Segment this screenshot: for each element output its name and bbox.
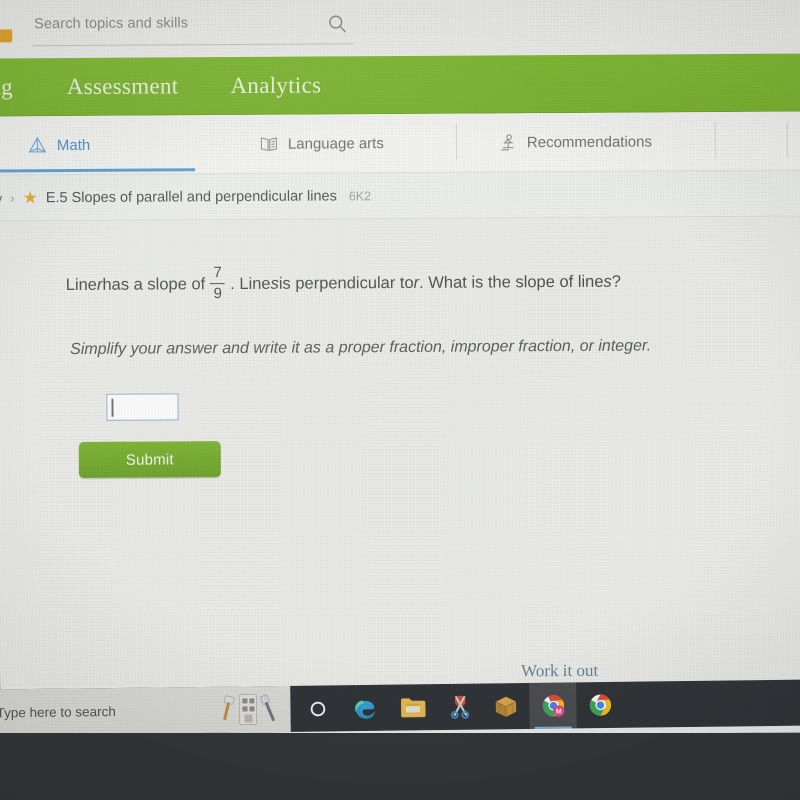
orange-side-tab[interactable] — [0, 29, 13, 43]
question-part-4: is perpendicular to — [278, 273, 414, 293]
tab-language-arts[interactable]: Language arts — [259, 126, 384, 161]
recommendations-icon — [501, 133, 514, 150]
cortana-taskbar-button[interactable] — [294, 685, 342, 732]
edge-icon — [355, 699, 376, 719]
file-explorer-taskbar-button[interactable] — [388, 684, 436, 731]
skill-code: 6K2 — [348, 188, 372, 203]
nav-assessment[interactable]: Assessment — [67, 73, 179, 100]
chrome-profile-taskbar-button[interactable]: M — [529, 682, 577, 729]
search-bar[interactable]: Search topics and skills — [32, 9, 355, 47]
photo-of-screen: Search topics and skills ing Assessment … — [0, 0, 800, 800]
site-header: Search topics and skills — [0, 0, 800, 60]
practice-content: Line r has a slope of 7 9 . Line s is pe… — [0, 216, 800, 687]
taskbar-search-placeholder: Type here to search — [0, 703, 116, 720]
pyramid-icon — [28, 136, 47, 152]
snipping-tool-taskbar-button[interactable] — [435, 684, 483, 731]
question-var-s1: s — [270, 274, 279, 293]
cortana-icon — [310, 701, 326, 716]
chrome-icon — [589, 694, 611, 716]
question-part-2: has a slope of — [102, 274, 206, 294]
fraction-denominator: 9 — [213, 285, 222, 303]
nav-analytics[interactable]: Analytics — [230, 72, 321, 99]
taskbar-search-box[interactable]: Type here to search — [0, 685, 291, 736]
slope-fraction: 7 9 — [210, 264, 226, 303]
chrome-taskbar-button[interactable] — [576, 682, 624, 729]
tab-divider — [786, 121, 788, 158]
open-book-icon — [260, 137, 277, 152]
skill-title: E.5 Slopes of parallel and perpendicular… — [45, 187, 337, 206]
search-icon[interactable] — [326, 12, 348, 34]
cortana-tools-icon — [223, 693, 275, 725]
question-part-3: . Line — [230, 274, 271, 293]
tab-divider — [714, 122, 716, 159]
answer-input[interactable] — [106, 393, 179, 421]
question-var-s2: s — [603, 272, 612, 291]
nav-learning-truncated[interactable]: ing — [0, 74, 13, 100]
favorite-star-icon[interactable]: ★ — [23, 188, 38, 207]
taskbar-icons: M — [294, 682, 624, 732]
answer-instructions: Simplify your answer and write it as a p… — [70, 337, 652, 359]
subject-tab-bar: Math Language arts Recommendations — [0, 111, 800, 176]
file-explorer-icon — [400, 698, 426, 718]
computer-screen: Search topics and skills ing Assessment … — [0, 0, 800, 738]
tab-math[interactable]: Math — [27, 128, 91, 162]
tab-divider — [455, 123, 457, 160]
windows-taskbar: Type here to search M — [0, 679, 800, 736]
tab-math-label: Math — [56, 136, 91, 154]
fraction-numerator: 7 — [213, 264, 222, 282]
work-it-out-link[interactable]: Work it out — [521, 661, 598, 681]
search-input[interactable]: Search topics and skills — [34, 15, 188, 32]
tab-recommendations[interactable]: Recommendations — [497, 124, 652, 159]
crate-taskbar-button[interactable] — [482, 683, 530, 730]
chrome-profile-icon: M — [542, 695, 564, 717]
question-part-5: . What is the slope of line — [419, 272, 604, 292]
question-part-1: Line — [65, 275, 98, 294]
primary-green-nav: ing Assessment Analytics — [0, 53, 800, 117]
question-text: Line r has a slope of 7 9 . Line s is pe… — [66, 264, 621, 304]
tab-language-arts-label: Language arts — [287, 134, 384, 153]
chrome-profile-badge-letter: M — [555, 708, 561, 715]
fraction-bar — [210, 282, 226, 285]
crate-icon — [495, 696, 517, 717]
text-caret — [111, 398, 114, 417]
breadcrumb-separator-icon: › — [10, 190, 15, 206]
tab-recommendations-label: Recommendations — [526, 132, 653, 151]
edge-taskbar-button[interactable] — [341, 685, 389, 732]
breadcrumb: y › ★ E.5 Slopes of parallel and perpend… — [0, 170, 800, 222]
submit-button-label: Submit — [125, 450, 174, 469]
submit-button[interactable]: Submit — [78, 441, 221, 478]
desk-dark-area — [0, 733, 800, 800]
snipping-tool-icon — [450, 695, 469, 719]
breadcrumb-parent[interactable]: y — [0, 190, 2, 206]
question-part-6: ? — [611, 272, 621, 291]
